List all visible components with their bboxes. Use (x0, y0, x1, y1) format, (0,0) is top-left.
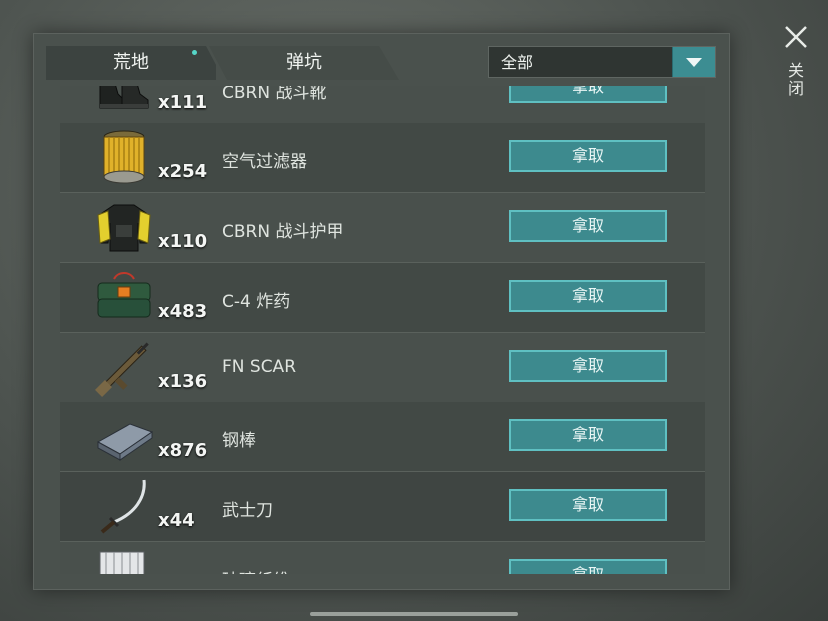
katana-icon (100, 479, 146, 534)
list-item: x111 CBRN 战斗靴 拿取 (60, 86, 705, 124)
tab-label: 弹坑 (286, 52, 322, 73)
fiberglass-icon (99, 551, 145, 574)
item-quantity: x136 (158, 371, 208, 392)
close-icon[interactable] (783, 24, 809, 50)
take-button[interactable]: 拿取 (509, 140, 667, 172)
item-list[interactable]: x111 CBRN 战斗靴 拿取 x254 空气过滤器 拿取 x110 CBRN… (60, 86, 705, 574)
tab-crater[interactable]: 弹坑 (209, 46, 399, 80)
filter-value: 全部 (501, 53, 534, 72)
item-name: 空气过滤器 (222, 152, 307, 172)
air-filter-icon (103, 130, 145, 184)
item-quantity: x111 (158, 92, 208, 113)
take-button[interactable]: 拿取 (509, 210, 667, 242)
list-item: 玻璃纤维 拿取 (60, 542, 705, 574)
chevron-down-icon (686, 58, 702, 67)
take-button[interactable]: 拿取 (509, 559, 667, 574)
take-button[interactable]: 拿取 (509, 86, 667, 103)
item-quantity: x110 (158, 231, 208, 252)
steel-bar-icon (96, 423, 154, 461)
item-name: CBRN 战斗护甲 (222, 222, 344, 242)
item-name: FN SCAR (222, 357, 297, 377)
list-item: x483 C-4 炸药 拿取 (60, 263, 705, 333)
item-name: CBRN 战斗靴 (222, 86, 327, 103)
rifle-icon (95, 342, 149, 397)
item-quantity: x876 (158, 440, 208, 461)
list-item: x876 钢棒 拿取 (60, 402, 705, 472)
take-button[interactable]: 拿取 (509, 280, 667, 312)
item-quantity: x44 (158, 510, 195, 531)
storage-panel: 荒地 弹坑 全部 x111 CBRN 战斗靴 拿取 x254 空气过滤器 拿取 … (33, 33, 730, 590)
item-quantity: x483 (158, 301, 208, 322)
item-name: 钢棒 (222, 431, 256, 451)
explosive-icon (97, 272, 151, 318)
list-item: x110 CBRN 战斗护甲 拿取 (60, 193, 705, 263)
armor-vest-icon (97, 204, 151, 252)
list-item: x44 武士刀 拿取 (60, 472, 705, 542)
notification-dot (192, 50, 197, 55)
tab-label: 荒地 (113, 52, 149, 73)
take-button[interactable]: 拿取 (509, 419, 667, 451)
item-name: 玻璃纤维 (222, 566, 290, 574)
list-item: x136 FN SCAR 拿取 (60, 333, 705, 403)
dropdown-button[interactable] (672, 47, 715, 77)
take-button[interactable]: 拿取 (509, 350, 667, 382)
take-button[interactable]: 拿取 (509, 489, 667, 521)
filter-dropdown[interactable]: 全部 (488, 46, 716, 78)
list-item: x254 空气过滤器 拿取 (60, 123, 705, 193)
item-quantity: x254 (158, 161, 208, 182)
tab-wasteland[interactable]: 荒地 (46, 46, 216, 80)
boots-icon (99, 86, 149, 109)
close-label[interactable]: 关闭 (785, 62, 806, 98)
item-name: C-4 炸药 (222, 292, 291, 312)
item-name: 武士刀 (222, 501, 273, 521)
home-indicator[interactable] (310, 612, 518, 616)
